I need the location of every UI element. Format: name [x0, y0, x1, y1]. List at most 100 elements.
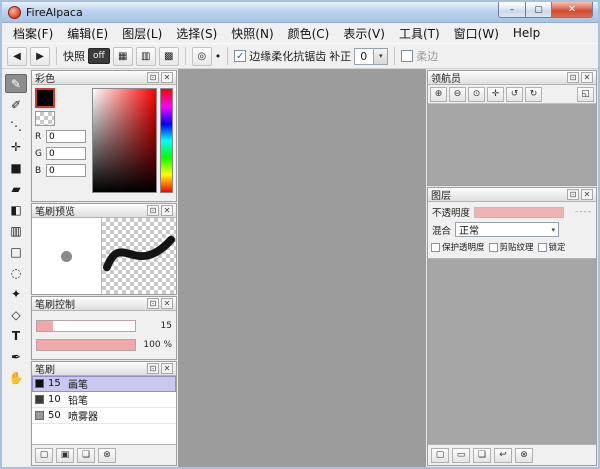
rotate-ccw-button[interactable]: ↺ [506, 87, 523, 102]
panel-float-icon[interactable]: ⊡ [147, 298, 159, 309]
close-button[interactable]: ✕ [551, 2, 593, 18]
menu-layer[interactable]: 图层(L) [115, 23, 169, 44]
delete-layer-button[interactable]: ⊗ [515, 448, 533, 463]
panel-float-icon[interactable]: ⊡ [567, 72, 579, 83]
tool-brush-button[interactable]: ✐ [5, 95, 27, 114]
hue-slider[interactable] [160, 88, 173, 193]
snap-cross-button[interactable]: ▩ [159, 47, 179, 66]
color-panel-titlebar[interactable]: 彩色 ⊡ ✕ [32, 71, 176, 85]
protect-alpha-checkbox[interactable] [431, 243, 440, 252]
panel-close-icon[interactable]: ✕ [161, 363, 173, 374]
tool-text-button[interactable]: T [5, 326, 27, 345]
tool-hand-button[interactable]: ✋ [5, 368, 27, 387]
tool-magic-wand-button[interactable]: ✦ [5, 284, 27, 303]
panel-close-icon[interactable]: ✕ [161, 72, 173, 83]
tool-bucket-button[interactable]: ◧ [5, 200, 27, 219]
menu-edit[interactable]: 编辑(E) [60, 23, 115, 44]
rotate-cw-button[interactable]: ↻ [525, 87, 542, 102]
maximize-button[interactable]: ▢ [525, 2, 552, 18]
copy-brush-button[interactable]: ❏ [77, 448, 95, 463]
tool-fill-rect-button[interactable]: ■ [5, 158, 27, 177]
snap-parallel-button[interactable]: ▥ [136, 47, 156, 66]
tool-pen-button[interactable]: ✎ [5, 74, 27, 93]
folder-icon: ▭ [457, 450, 466, 460]
brush-list-item[interactable]: 50 喷雾器 [32, 408, 176, 424]
blue-label: B [35, 166, 43, 176]
soft-edge-checkbox[interactable] [401, 50, 413, 62]
titlebar[interactable]: FireAlpaca – ▢ ✕ [2, 2, 598, 23]
tool-airbrush-button[interactable]: ⋱ [5, 116, 27, 135]
menu-window[interactable]: 窗口(W) [447, 23, 506, 44]
history-forward-button[interactable]: ▶ [30, 47, 50, 66]
tool-gradient-button[interactable]: ▥ [5, 221, 27, 240]
brush-opacity-slider[interactable] [36, 339, 136, 351]
edit-brush-button[interactable]: ▣ [56, 448, 74, 463]
panel-float-icon[interactable]: ⊡ [147, 363, 159, 374]
tool-shape-button[interactable]: ◇ [5, 305, 27, 324]
green-input[interactable] [46, 147, 86, 160]
menu-file[interactable]: 档案(F) [6, 23, 60, 44]
panel-close-icon[interactable]: ✕ [161, 298, 173, 309]
antialias-checkbox[interactable]: ✓ [234, 50, 246, 62]
brush-swatch [35, 379, 44, 388]
zoom-reset-button[interactable]: ⊙ [468, 87, 485, 102]
navigator-preview[interactable] [428, 104, 596, 185]
brush-list-item[interactable]: 10 铅笔 [32, 392, 176, 408]
center-button[interactable]: ✛ [487, 87, 504, 102]
tool-eraser-button[interactable]: ▰ [5, 179, 27, 198]
foreground-color-swatch[interactable] [35, 88, 55, 108]
clipping-checkbox[interactable] [489, 243, 498, 252]
copy-layer-button[interactable]: ❏ [473, 448, 491, 463]
opacity-slider[interactable] [474, 207, 564, 218]
menu-view[interactable]: 表示(V) [336, 23, 392, 44]
menu-snap[interactable]: 快照(N) [224, 23, 280, 44]
lock-checkbox[interactable] [538, 243, 547, 252]
panel-close-icon[interactable]: ✕ [161, 205, 173, 216]
tool-select-rect-button[interactable]: □ [5, 242, 27, 261]
layer-list[interactable] [428, 258, 596, 445]
saturation-value-picker[interactable] [92, 88, 157, 193]
zoom-in-button[interactable]: ⊕ [430, 87, 447, 102]
minimize-button[interactable]: – [498, 2, 526, 18]
tool-lasso-button[interactable]: ◌ [5, 263, 27, 282]
red-input[interactable] [46, 130, 86, 143]
menu-help[interactable]: Help [506, 24, 547, 42]
panel-float-icon[interactable]: ⊡ [567, 189, 579, 200]
panel-float-icon[interactable]: ⊡ [147, 72, 159, 83]
chevron-down-icon[interactable]: ▾ [373, 49, 387, 64]
merge-layer-button[interactable]: ↩ [494, 448, 512, 463]
protect-alpha-option: 保护透明度 [431, 241, 485, 253]
brush-size-slider[interactable] [36, 320, 136, 332]
transparent-color-swatch[interactable] [35, 111, 55, 126]
add-layer-button[interactable]: ▢ [431, 448, 449, 463]
brush-list-item[interactable]: 15 画笔 [32, 376, 176, 392]
layers-titlebar[interactable]: 图层 ⊡ ✕ [428, 188, 596, 202]
panel-float-icon[interactable]: ⊡ [147, 205, 159, 216]
add-folder-button[interactable]: ▭ [452, 448, 470, 463]
menu-select[interactable]: 选择(S) [169, 23, 224, 44]
snap-ring-button[interactable]: ◎ [192, 47, 212, 66]
snap-off-button[interactable]: off [88, 48, 110, 64]
red-row: R [35, 130, 89, 143]
fit-view-button[interactable]: ◱ [577, 87, 594, 102]
brush-preview-titlebar[interactable]: 笔刷预览 ⊡ ✕ [32, 204, 176, 218]
menu-color[interactable]: 颜色(C) [281, 23, 337, 44]
canvas[interactable] [178, 69, 426, 467]
correction-select[interactable]: 0 ▾ [354, 48, 388, 65]
snap-grid-button[interactable]: ▦ [113, 47, 133, 66]
zoom-out-button[interactable]: ⊖ [449, 87, 466, 102]
tool-eyedropper-button[interactable]: ✒ [5, 347, 27, 366]
add-brush-button[interactable]: ▢ [35, 448, 53, 463]
tool-move-button[interactable]: ✛ [5, 137, 27, 156]
menu-tools[interactable]: 工具(T) [392, 23, 447, 44]
panel-close-icon[interactable]: ✕ [581, 72, 593, 83]
navigator-titlebar[interactable]: 领航员 ⊡ ✕ [428, 71, 596, 85]
blend-mode-select[interactable]: 正常 ▾ [455, 222, 559, 237]
brush-list-titlebar[interactable]: 笔刷 ⊡ ✕ [32, 362, 176, 376]
panel-close-icon[interactable]: ✕ [581, 189, 593, 200]
history-back-button[interactable]: ◀ [7, 47, 27, 66]
blue-input[interactable] [46, 164, 86, 177]
ring-icon: ◎ [197, 51, 206, 62]
brush-control-titlebar[interactable]: 笔刷控制 ⊡ ✕ [32, 297, 176, 311]
delete-brush-button[interactable]: ⊗ [98, 448, 116, 463]
